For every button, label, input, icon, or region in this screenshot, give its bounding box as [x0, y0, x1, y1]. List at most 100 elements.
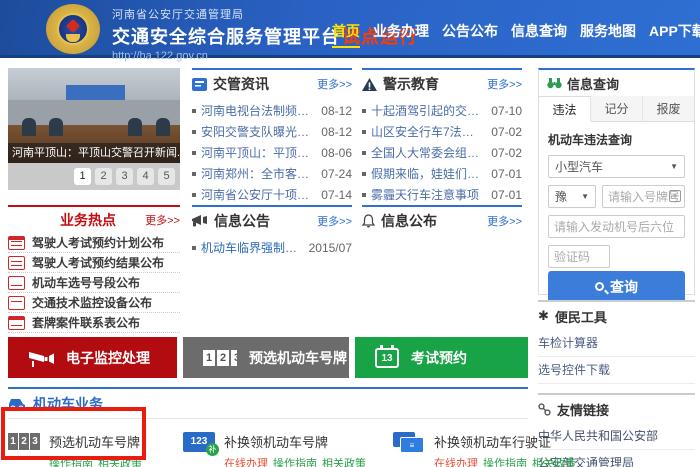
e-monitoring-banner[interactable]: 电子监控处理 [8, 337, 177, 378]
warning-date: 07-02 [491, 124, 522, 139]
news-item: 河南电视台法制频道对安阳... 08-12 [192, 100, 352, 121]
carousel-page-3[interactable]: 3 [116, 168, 133, 185]
carousel-page-1[interactable]: 1 [74, 168, 91, 185]
service-replace-license[interactable]: ≡ 补换领机动车行驶证 在线办理 操作指南 相关政策 [393, 432, 581, 467]
online-apply-link[interactable]: 在线办理 [434, 458, 478, 467]
bullet-icon [362, 150, 366, 155]
plate-digit: 2 [19, 433, 29, 450]
announcement-date: 2015/07 [308, 240, 352, 255]
keyboard-icon[interactable]: + [669, 190, 681, 202]
hotspot-item[interactable]: 套牌案件联系表公布 [8, 313, 180, 333]
announcements-more-link[interactable]: 更多>> [317, 213, 352, 229]
result-list-icon [8, 255, 25, 270]
warning-date: 07-01 [491, 187, 522, 202]
warning-link[interactable]: 全国人大常委会组成人员呼... [371, 144, 485, 161]
news-item: 安阳交警支队曝光200辆私... 08-12 [192, 121, 352, 142]
query-form: 机动车违法查询 小型汽车 豫 + 查询 [539, 122, 694, 302]
news-carousel: 河南平顶山：平顶山交警召开新闻... 1 2 3 4 5 [8, 68, 180, 190]
nav-info-query[interactable]: 信息查询 [511, 21, 567, 48]
license-plate-icon: 123 [203, 349, 237, 366]
police-badge-logo [46, 4, 100, 54]
online-apply-link[interactable]: 在线办理 [224, 458, 268, 467]
query-button-label: 查询 [610, 278, 638, 295]
plate-digit: 3 [231, 349, 237, 366]
policy-link[interactable]: 相关政策 [532, 458, 576, 467]
news-link[interactable]: 河南平顶山：平顶山交警召... [201, 144, 315, 161]
warning-item: 假期来临，娃娃们的安全最... 07-01 [362, 163, 522, 184]
service-replace-plate[interactable]: 123 补 补换领机动车号牌 在线办理 操作指南 相关政策 [183, 432, 371, 467]
service-name: 补换领机动车号牌 [224, 435, 329, 450]
nav-announcements[interactable]: 公告公布 [442, 21, 498, 48]
news-link[interactable]: 河南郑州：全市客运驾驶员... [201, 165, 315, 182]
friendly-links-header: 友情链接 [538, 395, 695, 423]
bullet-icon [192, 129, 196, 134]
warning-item: 雾霾天行车注意事项 07-01 [362, 184, 522, 205]
nav-app-download[interactable]: APP下载 [649, 21, 700, 48]
guide-link[interactable]: 操作指南 [49, 458, 93, 467]
service-preselect-plate[interactable]: 123 预选机动车号牌 操作指南 相关政策 [8, 432, 147, 467]
province-value: 豫 [555, 190, 568, 204]
nav-service-map[interactable]: 服务地图 [580, 21, 636, 48]
plate-digit: 1 [8, 433, 18, 450]
preselect-plate-banner[interactable]: 123 预选机动车号牌 [183, 337, 349, 378]
chevron-down-icon [670, 162, 678, 171]
guide-link[interactable]: 操作指南 [273, 458, 317, 467]
tool-link[interactable]: 车检计算器 [538, 330, 695, 357]
publications-section: 信息公布 更多>> [362, 205, 522, 235]
warning-link[interactable]: 十起酒驾引起的交通事故典... [371, 102, 485, 119]
policy-link[interactable]: 相关政策 [322, 458, 366, 467]
hotspots-more-link[interactable]: 更多>> [145, 212, 180, 228]
calendar-13-icon: 13 [375, 344, 399, 368]
carousel-caption[interactable]: 河南平顶山：平顶山交警召开新闻... [8, 143, 180, 163]
guide-link[interactable]: 操作指南 [483, 458, 527, 467]
news-link[interactable]: 河南省公安厅十项惠民举措... [201, 186, 315, 203]
carousel-page-4[interactable]: 4 [137, 168, 154, 185]
hotspot-item[interactable]: 机动车选号号段公布 [8, 273, 180, 293]
tab-points[interactable]: 记分 [591, 96, 643, 121]
carousel-photo[interactable]: 河南平顶山：平顶山交警召开新闻... [8, 68, 180, 163]
friendly-links-title: 友情链接 [557, 402, 610, 418]
vehicle-type-select[interactable]: 小型汽车 [548, 155, 685, 178]
warning-item: 全国人大常委会组成人员呼... 07-02 [362, 142, 522, 163]
warning-more-link[interactable]: 更多>> [487, 76, 522, 92]
hotspot-item[interactable]: 交通技术监控设备公布 [8, 293, 180, 313]
photo-figure [128, 118, 143, 137]
policy-link[interactable]: 相关政策 [98, 458, 142, 467]
vehicle-type-value: 小型汽车 [555, 160, 604, 174]
warning-link[interactable]: 山区安全行车7法则 这里的... [371, 123, 485, 140]
query-submit-button[interactable]: 查询 [548, 271, 685, 302]
province-select[interactable]: 豫 [548, 185, 596, 208]
warning-link[interactable]: 雾霾天行车注意事项 [371, 186, 485, 203]
engine-number-input[interactable] [548, 215, 685, 238]
publications-more-link[interactable]: 更多>> [487, 213, 522, 229]
captcha-input[interactable] [548, 245, 610, 268]
hotspot-item[interactable]: 驾驶人考试预约计划公布 [8, 233, 180, 253]
tools-header: ✱ 便民工具 [538, 302, 695, 330]
nav-business[interactable]: 业务办理 [373, 21, 429, 48]
camera-icon [8, 295, 25, 310]
announcements-title: 信息公告 [214, 213, 270, 229]
tool-link[interactable]: 选号控件下载 [538, 357, 695, 384]
exam-booking-banner[interactable]: 13 考试预约 [355, 337, 528, 378]
tab-scrap[interactable]: 报废 [643, 96, 694, 121]
banner-label: 电子监控处理 [66, 349, 150, 366]
bullet-icon [192, 192, 196, 197]
bullet-icon [192, 108, 196, 113]
news-header: 交管资讯 更多>> [192, 70, 352, 98]
hotspot-item[interactable]: 驾驶人考试预约结果公布 [8, 253, 180, 273]
nav-home[interactable]: 首页 [332, 21, 360, 48]
announcement-link[interactable]: 机动车临界强制报废公告 [201, 239, 303, 256]
news-link[interactable]: 安阳交警支队曝光200辆私... [201, 123, 315, 140]
news-more-link[interactable]: 更多>> [317, 76, 352, 92]
warning-link[interactable]: 假期来临，娃娃们的安全最... [371, 165, 485, 182]
carousel-page-2[interactable]: 2 [95, 168, 112, 185]
vehicle-services-header: 机动车业务 [8, 389, 528, 419]
tab-violation[interactable]: 违法 [539, 96, 591, 122]
bullet-icon [362, 171, 366, 176]
carousel-page-5[interactable]: 5 [158, 168, 175, 185]
org-name: 河南省公安厅交通管理局 [112, 9, 244, 21]
news-link[interactable]: 河南电视台法制频道对安阳... [201, 102, 315, 119]
megaphone-icon [192, 214, 207, 226]
plate-row: 豫 + [548, 185, 685, 208]
announcement-item: 机动车临界强制报废公告 2015/07 [192, 237, 352, 258]
